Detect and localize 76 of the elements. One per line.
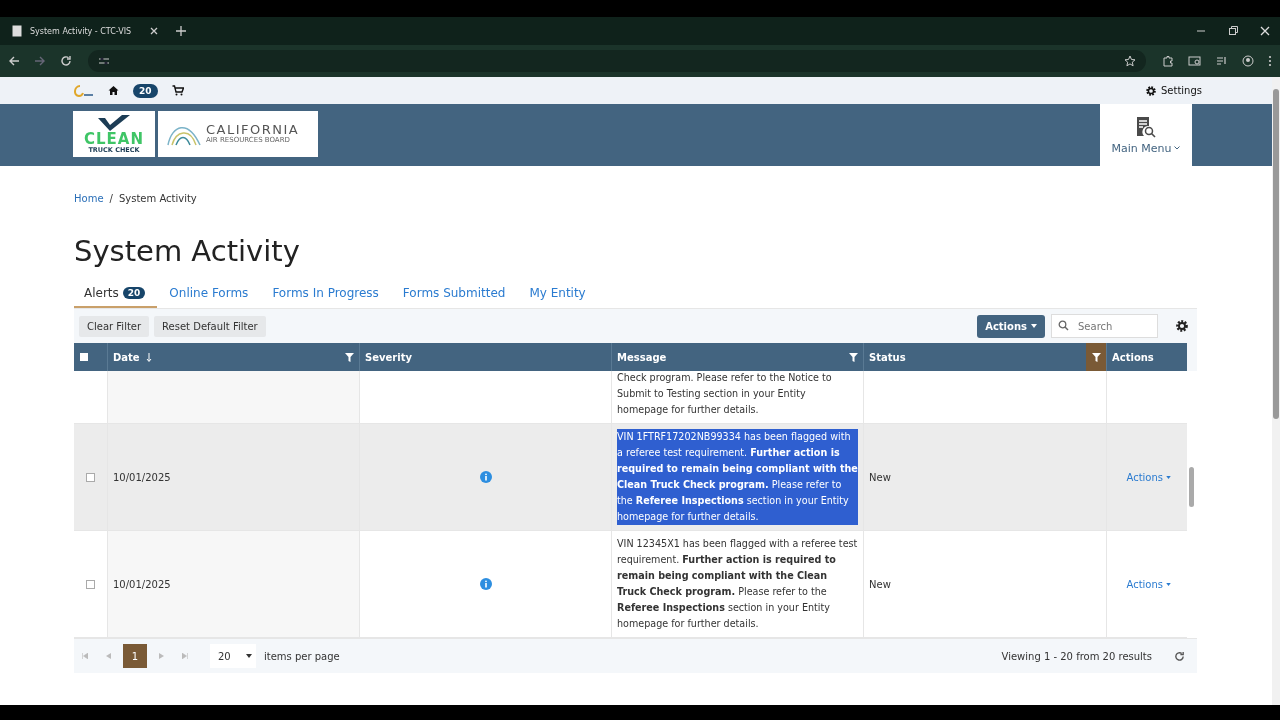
- page-title: System Activity: [74, 234, 301, 270]
- profile-icon[interactable]: [1242, 55, 1254, 67]
- column-header[interactable]: Date: [113, 351, 140, 363]
- home-icon[interactable]: [108, 85, 119, 96]
- new-tab-icon[interactable]: [176, 26, 186, 36]
- reset-filter-button[interactable]: Reset Default Filter: [154, 315, 266, 337]
- actions-link[interactable]: Actions: [1126, 471, 1171, 483]
- message-text: VIN 1FTRF17202NB99334 has been flagged with a referee test requirement. Further action is required to remain being compliant with the Clean Truck Check program. Please refer to the Referee Inspections section in your Entity homepage for further details.: [617, 429, 858, 525]
- tab[interactable]: My Entity: [517, 281, 598, 308]
- notification-badge[interactable]: 20: [133, 83, 158, 98]
- cart-icon[interactable]: [171, 85, 184, 96]
- page-size-dropdown[interactable]: 20: [210, 644, 256, 668]
- page-icon: [12, 25, 22, 37]
- restore-icon[interactable]: [1228, 26, 1238, 36]
- filter-button[interactable]: [1086, 343, 1106, 371]
- table-cell: New: [869, 471, 891, 483]
- info-icon: [479, 471, 492, 483]
- reload-icon[interactable]: [60, 55, 72, 67]
- extension-icon[interactable]: [1162, 55, 1174, 67]
- select-all-checkbox[interactable]: [80, 353, 88, 361]
- caret-icon: [246, 654, 252, 658]
- search-field[interactable]: Search: [1051, 314, 1158, 338]
- logo-text: CALIFORNIA: [206, 123, 300, 137]
- tab-title: System Activity - CTC-VIS: [30, 26, 133, 36]
- document-search-icon: [1136, 115, 1156, 138]
- caret-icon: [1166, 582, 1171, 586]
- settings-icon: [1145, 84, 1157, 97]
- row-checkbox[interactable]: [86, 472, 95, 482]
- table-cell: New: [869, 578, 891, 590]
- close-icon[interactable]: [150, 27, 158, 35]
- page-scrollbar[interactable]: [1272, 77, 1280, 705]
- items-per-page-label: items per page: [264, 650, 340, 662]
- actions-button[interactable]: Actions: [977, 314, 1045, 338]
- tab[interactable]: Forms Submitted: [390, 281, 518, 308]
- message-text: VIN 12345X1 has been flagged with a referee test requirement. Further action is required to remain being compliant with the Clean Truck Check program. Please refer to the Referee Inspections section in your Entity homepage for further details.: [617, 537, 858, 631]
- state-logo-icon[interactable]: [72, 83, 94, 98]
- caret-icon: [1166, 475, 1171, 479]
- settings-link[interactable]: Settings: [1145, 84, 1202, 97]
- refresh-icon[interactable]: [1174, 650, 1185, 662]
- row-checkbox[interactable]: [86, 579, 95, 589]
- column-header[interactable]: Status: [869, 351, 906, 363]
- filter-icon: [344, 352, 354, 362]
- site-settings-icon[interactable]: [98, 56, 110, 66]
- more-icon[interactable]: [1268, 55, 1272, 67]
- tab[interactable]: Forms In Progress: [260, 281, 391, 308]
- checkmark-truck-icon: [96, 114, 132, 133]
- caret-icon: [1174, 146, 1181, 150]
- sort-down-icon[interactable]: [145, 352, 152, 362]
- screen-search-icon[interactable]: [1188, 55, 1202, 67]
- media-icon[interactable]: [1216, 55, 1228, 67]
- caret-icon: [1031, 324, 1037, 328]
- results-summary: Viewing 1 - 20 from 20 results: [1001, 650, 1152, 662]
- clear-filter-button[interactable]: Clear Filter: [79, 315, 150, 337]
- close-icon[interactable]: [1260, 26, 1270, 36]
- breadcrumb-current: System Activity: [118, 193, 197, 204]
- column-header[interactable]: Message: [617, 351, 667, 363]
- tab[interactable]: Online Forms: [157, 281, 261, 308]
- page-number-button[interactable]: 1: [123, 644, 147, 668]
- info-icon: [479, 578, 492, 590]
- browser-tab[interactable]: System Activity - CTC-VIS: [12, 25, 158, 37]
- filter-icon: [1091, 352, 1101, 362]
- main-menu-button[interactable]: Main Menu: [1100, 104, 1192, 166]
- star-icon[interactable]: [1124, 55, 1136, 67]
- back-icon[interactable]: [8, 55, 20, 67]
- forward-icon[interactable]: [34, 55, 46, 67]
- settings-icon[interactable]: [1175, 319, 1189, 333]
- breadcrumb-link[interactable]: Home: [74, 193, 104, 204]
- breadcrumb-separator: /: [109, 193, 113, 204]
- column-header[interactable]: Actions: [1112, 351, 1154, 363]
- table-cell: 10/01/2025: [108, 531, 360, 637]
- column-header[interactable]: Severity: [365, 351, 412, 363]
- actions-link[interactable]: Actions: [1126, 578, 1171, 590]
- filter-icon: [848, 352, 858, 362]
- message-text: Check program. Please refer to the Notice to Submit to Testing section in your Entity homepage for further details.: [617, 371, 833, 417]
- logo-text: CLEAN: [84, 132, 144, 148]
- search-icon: [1058, 320, 1069, 331]
